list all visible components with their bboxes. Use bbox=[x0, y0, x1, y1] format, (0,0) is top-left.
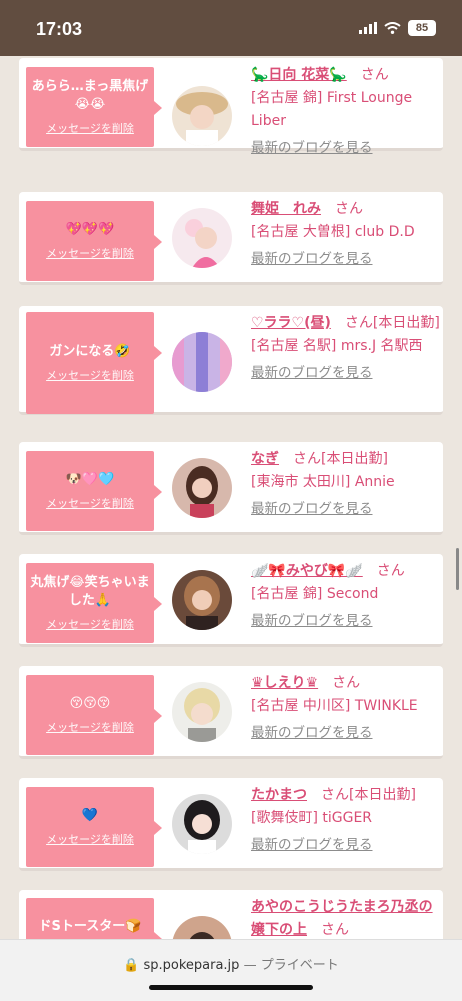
avatar[interactable] bbox=[172, 208, 232, 268]
battery-indicator: 85 bbox=[408, 20, 436, 36]
message-text: 💖💖💖 bbox=[65, 222, 115, 237]
message-text: 🐶🩷🩵 bbox=[65, 472, 115, 487]
work-status: [本日出勤] bbox=[321, 451, 388, 467]
address-bar[interactable]: 🔒 sp.pokepara.jp — プライベート bbox=[0, 954, 462, 973]
cast-info: ♡ララ♡(昼) さん[本日出勤] [名古屋 名駅] mrs.J 名駅西 最新のブ… bbox=[251, 312, 441, 385]
delete-message-link[interactable]: メッセージを削除 bbox=[46, 367, 134, 383]
avatar[interactable] bbox=[172, 570, 232, 630]
avatar[interactable] bbox=[172, 682, 232, 742]
wifi-icon bbox=[384, 22, 401, 34]
san-suffix: さん bbox=[293, 451, 321, 467]
san-suffix: さん bbox=[376, 563, 405, 579]
san-suffix: さん bbox=[344, 315, 373, 331]
browser-bottom-bar: 🔒 sp.pokepara.jp — プライベート bbox=[0, 939, 462, 1001]
cast-name-link[interactable]: ♡ララ♡(昼) bbox=[251, 315, 331, 331]
delete-message-link[interactable]: メッセージを削除 bbox=[46, 495, 134, 511]
avatar[interactable] bbox=[172, 86, 232, 146]
delete-message-link[interactable]: メッセージを削除 bbox=[46, 616, 134, 632]
san-suffix: さん bbox=[332, 675, 361, 691]
delete-message-link[interactable]: メッセージを削除 bbox=[46, 831, 134, 847]
status-bar: 17:03 85 bbox=[0, 0, 462, 56]
message-list[interactable]: あらら…まっ黒焦げ😭😭 メッセージを削除 🦕日向 花菜🦕 さん [名古屋 錦] … bbox=[0, 56, 462, 939]
scroll-indicator[interactable] bbox=[456, 548, 459, 590]
signal-bars-icon bbox=[359, 22, 377, 34]
cast-info: 舞姫 れみ さん [名古屋 大曽根] club D.D 最新のブログを見る bbox=[251, 198, 441, 271]
san-suffix: さん bbox=[321, 787, 349, 803]
latest-blog-link[interactable]: 最新のブログを見る bbox=[251, 137, 373, 160]
latest-blog-link[interactable]: 最新のブログを見る bbox=[251, 834, 373, 857]
message-card: 💙 メッセージを削除 たかまつ さん[本日出勤] [歌舞伎町] tiGGER 最… bbox=[19, 778, 443, 871]
message-card: 🐶🩷🩵 メッセージを削除 なぎ さん[本日出勤] [東海市 太田川] Annie… bbox=[19, 442, 443, 535]
delete-message-link[interactable]: メッセージを削除 bbox=[46, 719, 134, 735]
message-bubble: 💖💖💖 メッセージを削除 bbox=[26, 201, 162, 281]
latest-blog-link[interactable]: 最新のブログを見る bbox=[251, 498, 373, 521]
home-indicator[interactable] bbox=[149, 985, 313, 990]
message-text: ドSトースター🍞 bbox=[38, 919, 142, 934]
avatar[interactable] bbox=[172, 332, 232, 392]
message-bubble: 💙 メッセージを削除 bbox=[26, 787, 162, 867]
private-label: — プライベート bbox=[243, 958, 339, 973]
cast-info: あやのこうじうたまろ乃丞の嬢下の上 さん bbox=[251, 896, 441, 939]
message-text: 😚😚😚 bbox=[69, 696, 111, 711]
avatar[interactable] bbox=[172, 794, 232, 854]
cast-info: ♛しえり♛ さん [名古屋 中川区] TWINKLE 最新のブログを見る bbox=[251, 672, 441, 745]
message-card: ガンになる🤣 メッセージを削除 ♡ララ♡(昼) さん[本日出勤] [名古屋 名駅… bbox=[19, 306, 443, 415]
delete-message-link[interactable]: メッセージを削除 bbox=[46, 120, 134, 136]
message-card: 丸焦げ😂笑ちゃいました🙏 メッセージを削除 🪽🎀みやび🎀🪽 さん [名古屋 錦]… bbox=[19, 554, 443, 647]
message-bubble: 丸焦げ😂笑ちゃいました🙏 メッセージを削除 bbox=[26, 563, 162, 643]
cast-name-link[interactable]: 🪽🎀みやび🎀🪽 bbox=[251, 563, 363, 579]
cast-name-link[interactable]: なぎ bbox=[251, 451, 279, 467]
shop-name: [東海市 太田川] Annie bbox=[251, 474, 395, 490]
message-bubble: 🐶🩷🩵 メッセージを削除 bbox=[26, 451, 162, 531]
message-bubble: 😚😚😚 メッセージを削除 bbox=[26, 675, 162, 755]
avatar[interactable] bbox=[172, 916, 232, 939]
shop-name: [名古屋 錦] First Lounge Liber bbox=[251, 90, 413, 129]
message-bubble: あらら…まっ黒焦げ😭😭 メッセージを削除 bbox=[26, 67, 162, 147]
message-text: あらら…まっ黒焦げ😭😭 bbox=[31, 79, 149, 112]
san-suffix: さん bbox=[321, 922, 349, 938]
latest-blog-link[interactable]: 最新のブログを見る bbox=[251, 248, 373, 271]
shop-name: [名古屋 中川区] TWINKLE bbox=[251, 698, 418, 714]
cast-name-link[interactable]: 舞姫 れみ bbox=[251, 201, 321, 217]
cast-name-link[interactable]: 🦕日向 花菜🦕 bbox=[251, 67, 347, 83]
lock-icon: 🔒 bbox=[123, 958, 140, 973]
cast-info: たかまつ さん[本日出勤] [歌舞伎町] tiGGER 最新のブログを見る bbox=[251, 784, 441, 857]
work-status: [本日出勤] bbox=[372, 315, 440, 331]
latest-blog-link[interactable]: 最新のブログを見る bbox=[251, 722, 373, 745]
work-status: [本日出勤] bbox=[349, 787, 416, 803]
cast-name-link[interactable]: ♛しえり♛ bbox=[251, 675, 318, 691]
status-time: 17:03 bbox=[36, 19, 83, 39]
message-card: 💖💖💖 メッセージを削除 舞姫 れみ さん [名古屋 大曽根] club D.D… bbox=[19, 192, 443, 285]
shop-name: [名古屋 大曽根] club D.D bbox=[251, 224, 415, 240]
san-suffix: さん bbox=[335, 201, 363, 217]
avatar[interactable] bbox=[172, 458, 232, 518]
message-card: 😚😚😚 メッセージを削除 ♛しえり♛ さん [名古屋 中川区] TWINKLE … bbox=[19, 666, 443, 759]
message-bubble: ガンになる🤣 メッセージを削除 bbox=[26, 312, 162, 414]
shop-name: [名古屋 名駅] mrs.J 名駅西 bbox=[251, 338, 423, 354]
message-text: ガンになる🤣 bbox=[49, 344, 131, 359]
shop-name: [名古屋 錦] Second bbox=[251, 586, 379, 602]
message-bubble: ドSトースター🍞 メッセージを削除 bbox=[26, 898, 162, 939]
latest-blog-link[interactable]: 最新のブログを見る bbox=[251, 362, 373, 385]
message-card: あらら…まっ黒焦げ😭😭 メッセージを削除 🦕日向 花菜🦕 さん [名古屋 錦] … bbox=[19, 58, 443, 156]
san-suffix: さん bbox=[360, 67, 389, 83]
latest-blog-link[interactable]: 最新のブログを見る bbox=[251, 610, 373, 633]
status-icons: 85 bbox=[359, 20, 436, 36]
cast-name-link[interactable]: たかまつ bbox=[251, 787, 307, 803]
cast-info: 🦕日向 花菜🦕 さん [名古屋 錦] First Lounge Liber 最新… bbox=[251, 64, 441, 160]
url-text: sp.pokepara.jp bbox=[143, 958, 240, 973]
delete-message-link[interactable]: メッセージを削除 bbox=[46, 245, 134, 261]
cast-info: なぎ さん[本日出勤] [東海市 太田川] Annie 最新のブログを見る bbox=[251, 448, 441, 521]
cast-info: 🪽🎀みやび🎀🪽 さん [名古屋 錦] Second 最新のブログを見る bbox=[251, 560, 441, 633]
shop-name: [歌舞伎町] tiGGER bbox=[251, 810, 373, 826]
message-text: 💙 bbox=[81, 808, 99, 823]
message-card: ドSトースター🍞 メッセージを削除 あやのこうじうたまろ乃丞の嬢下の上 さん bbox=[19, 890, 443, 939]
message-text: 丸焦げ😂笑ちゃいました🙏 bbox=[30, 575, 150, 608]
